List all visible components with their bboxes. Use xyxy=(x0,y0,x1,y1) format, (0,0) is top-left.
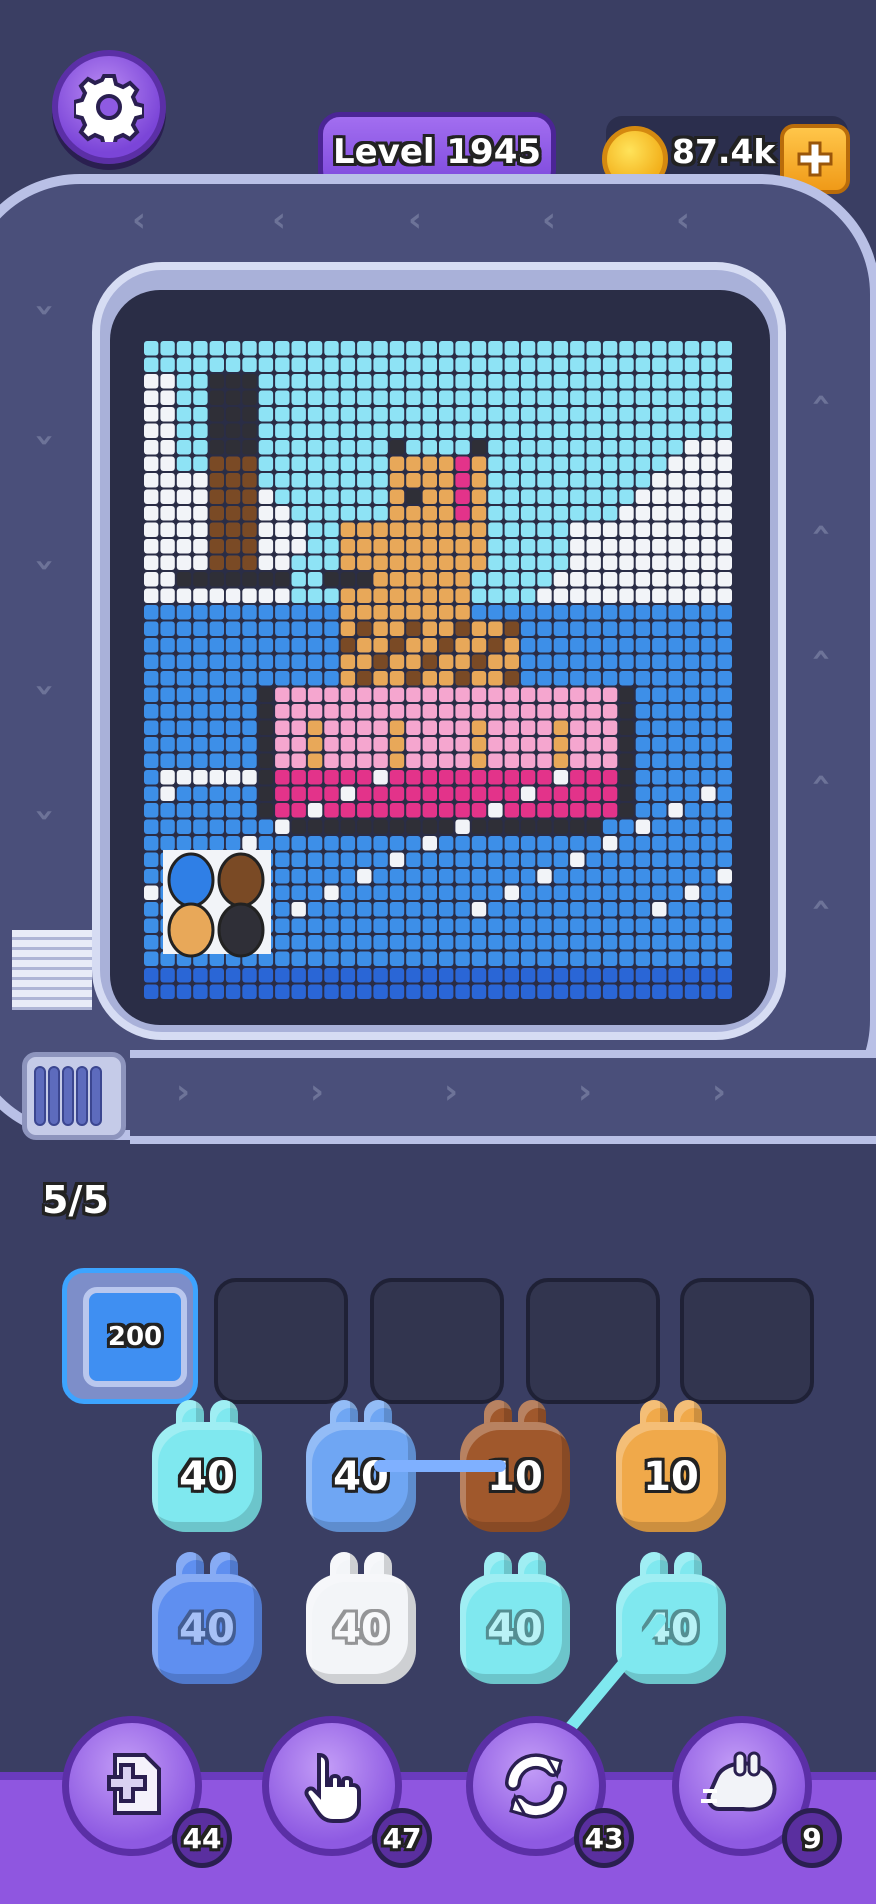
hand-pick-count: 47 xyxy=(372,1808,432,1868)
hand-pointer-icon xyxy=(304,1752,361,1823)
rabbit-links xyxy=(374,1460,666,1746)
shuffle-icon xyxy=(505,1753,567,1819)
add-slot-count: 44 xyxy=(172,1808,232,1868)
rabbit-link-rope xyxy=(554,1614,666,1746)
shuffle-count: 43 xyxy=(574,1808,634,1868)
rocket-rabbit-icon xyxy=(701,1751,777,1812)
add-slot-icon xyxy=(107,1753,161,1815)
rocket-rabbit-count: 9 xyxy=(782,1808,842,1868)
